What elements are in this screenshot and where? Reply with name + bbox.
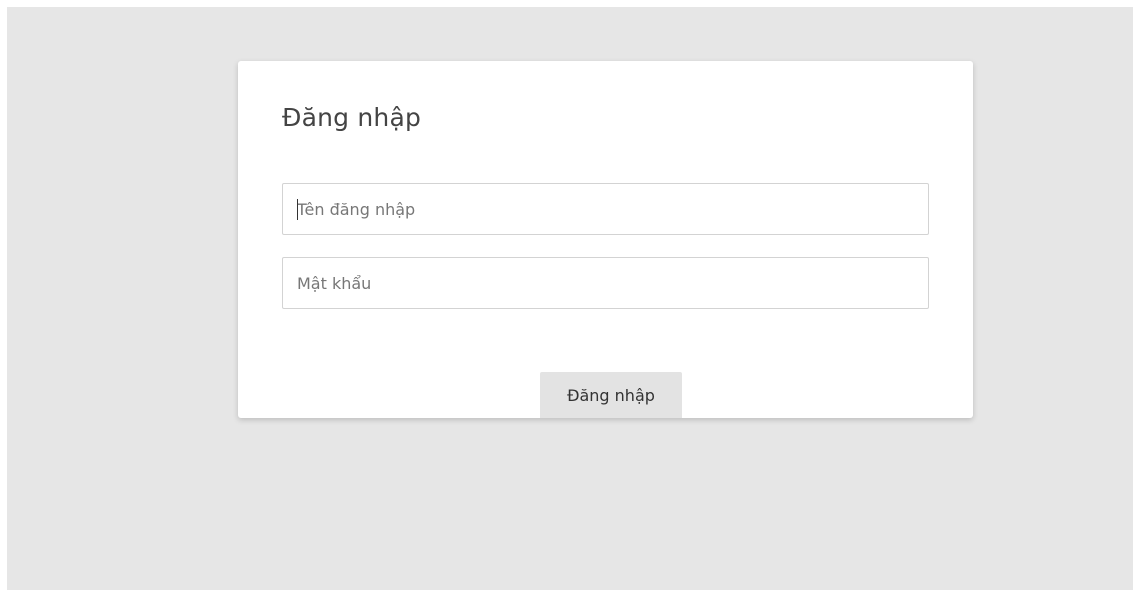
login-button[interactable]: Đăng nhập xyxy=(540,372,682,418)
page-background: Đăng nhập Đăng nhập xyxy=(7,7,1133,590)
text-caret xyxy=(297,199,298,220)
username-input[interactable] xyxy=(282,183,929,235)
password-input[interactable] xyxy=(282,257,929,309)
login-title: Đăng nhập xyxy=(282,103,422,132)
login-card: Đăng nhập Đăng nhập xyxy=(238,61,973,418)
